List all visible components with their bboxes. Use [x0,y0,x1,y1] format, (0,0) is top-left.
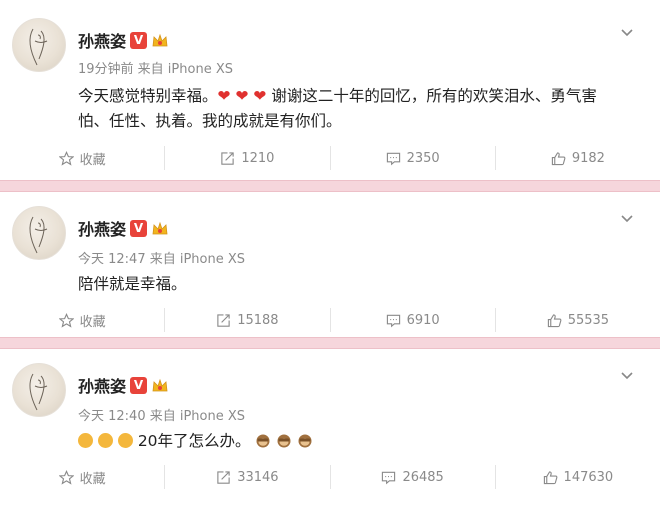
comment-button[interactable]: 26485 [331,465,495,489]
post-content: 20年了怎么办。 [78,429,632,454]
favorite-label: 收藏 [79,152,106,168]
action-bar: 收藏 1210 2350 9182 [0,146,660,170]
comment-button[interactable]: 2350 [331,146,495,170]
verified-badge-icon: V [130,219,148,237]
vip-crown-icon [152,33,168,46]
see-no-evil-monkey-icon [256,434,270,448]
post-separator [0,180,660,192]
post-text: 20年了怎么办。 [137,432,251,450]
star-icon [58,469,74,485]
username-row: 孙燕姿 V [78,216,169,240]
post-text: 谢谢这二十年的回忆，所有的欢笑泪水、勇气害 [271,87,597,105]
comment-count: 2350 [406,150,440,166]
like-count: 9182 [571,150,605,166]
avatar-sketch-icon [29,28,48,66]
thumbs-up-icon [547,313,562,327]
username[interactable]: 孙燕姿 [78,216,126,240]
heart-icon: ❤ [235,87,249,105]
verified-badge-icon: V [130,31,148,49]
see-no-evil-monkey-icon [277,434,291,448]
avatar-sketch-icon [29,373,48,411]
post-text: 怕、任性、执着。我的成就是有你们。 [78,112,342,130]
username-row: 孙燕姿 V [78,373,169,397]
comment-icon [386,314,400,327]
like-button[interactable]: 9182 [496,146,660,170]
favorite-label: 收藏 [79,471,106,487]
repost-button[interactable]: 33146 [165,465,329,489]
heart-icon: ❤ [217,87,231,105]
repost-count: 33146 [237,469,279,485]
vip-crown-icon [152,221,168,234]
avatar[interactable] [12,363,66,417]
username-row: 孙燕姿 V [78,28,169,52]
post-1: 孙燕姿 V 19分钟前 来自 iPhone XS 今天感觉特别幸福。❤ ❤ ❤ … [0,0,660,180]
post-content: 今天感觉特别幸福。❤ ❤ ❤ 谢谢这二十年的回忆，所有的欢笑泪水、勇气害 怕、任… [78,84,632,134]
repost-icon [217,470,230,484]
avatar[interactable] [12,206,66,260]
repost-count: 15188 [237,312,279,328]
comment-count: 6910 [406,312,440,328]
verified-badge-icon: V [130,376,148,394]
favorite-button[interactable]: 收藏 [0,308,164,332]
repost-button[interactable]: 15188 [165,308,329,332]
repost-count: 1210 [241,150,275,166]
thumbs-up-icon [551,151,566,165]
chevron-down-icon[interactable] [620,369,634,383]
avatar[interactable] [12,18,66,72]
username[interactable]: 孙燕姿 [78,28,126,52]
chevron-down-icon[interactable] [620,212,634,226]
vip-crown-icon [152,378,168,391]
thumbs-up-icon [543,470,557,484]
post-separator [0,337,660,349]
heart-icon: ❤ [253,87,267,105]
like-count: 55535 [567,312,610,328]
star-icon [58,150,74,166]
chevron-down-icon[interactable] [620,26,634,40]
see-no-evil-monkey-icon [298,434,312,448]
favorite-button[interactable]: 收藏 [0,465,164,489]
comment-icon [382,471,396,484]
like-button[interactable]: 147630 [496,465,660,489]
star-icon [58,312,74,328]
post-content: 陪伴就是幸福。 [78,275,187,293]
comment-count: 26485 [402,469,444,485]
post-2: 孙燕姿 V 今天 12:47 来自 iPhone XS 陪伴就是幸福。 收藏 1… [0,192,660,337]
flushed-face-icon [97,433,113,448]
repost-icon [221,151,235,165]
post-meta: 今天 12:47 来自 iPhone XS [78,252,246,267]
post-text: 今天感觉特别幸福。 [78,87,218,105]
username[interactable]: 孙燕姿 [78,373,126,397]
flushed-face-icon [78,433,93,448]
repost-icon [217,313,230,327]
post-meta: 今天 12:40 来自 iPhone XS [78,409,246,424]
flushed-face-icon [117,433,133,448]
repost-button[interactable]: 1210 [165,146,329,170]
comment-button[interactable]: 6910 [331,308,495,332]
action-bar: 收藏 33146 26485 147630 [0,465,660,489]
post-meta: 19分钟前 来自 iPhone XS [78,62,233,77]
avatar-sketch-icon [29,216,48,254]
comment-icon [386,152,400,165]
action-bar: 收藏 15188 6910 55535 [0,308,660,332]
like-count: 147630 [563,469,614,485]
favorite-button[interactable]: 收藏 [0,146,164,170]
like-button[interactable]: 55535 [496,308,660,332]
post-3: 孙燕姿 V 今天 12:40 来自 iPhone XS 20年了怎么办。 收藏 … [0,349,660,505]
favorite-label: 收藏 [79,314,106,330]
